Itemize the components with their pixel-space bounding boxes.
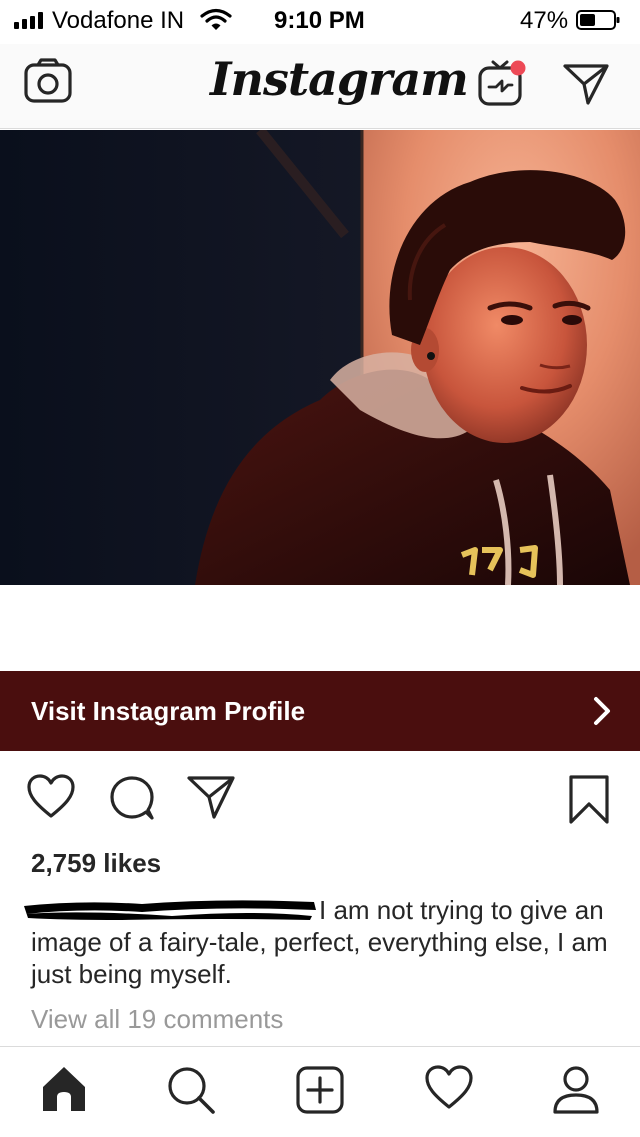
app-header: Instagram bbox=[0, 44, 640, 129]
comment-icon[interactable] bbox=[108, 774, 156, 822]
bottom-tab-bar bbox=[0, 1046, 640, 1137]
new-post-icon[interactable] bbox=[295, 1065, 345, 1115]
search-icon[interactable] bbox=[166, 1065, 216, 1115]
visit-profile-button[interactable]: Visit Instagram Profile bbox=[0, 671, 640, 751]
likes-count[interactable]: 2,759 likes bbox=[31, 848, 161, 879]
redacted-username-scribble bbox=[24, 900, 316, 920]
heart-icon[interactable] bbox=[26, 774, 76, 820]
post-photo[interactable] bbox=[0, 130, 640, 585]
clock: 9:10 PM bbox=[274, 7, 365, 34]
portrait-image bbox=[0, 130, 640, 585]
instagram-logo: Instagram bbox=[210, 52, 469, 106]
igtv-notification-dot bbox=[510, 60, 526, 76]
post-actions bbox=[0, 770, 640, 830]
battery-icon bbox=[576, 10, 620, 30]
share-icon[interactable] bbox=[186, 774, 236, 820]
carrier-name: Vodafone IN bbox=[52, 7, 185, 34]
chevron-right-icon bbox=[594, 697, 610, 725]
visit-profile-label: Visit Instagram Profile bbox=[31, 696, 306, 726]
profile-icon[interactable] bbox=[552, 1065, 600, 1115]
activity-icon[interactable] bbox=[424, 1065, 474, 1111]
battery-percentage: 47% bbox=[520, 7, 569, 34]
camera-icon[interactable] bbox=[24, 58, 72, 104]
photo-spacer bbox=[0, 585, 640, 671]
view-all-comments-link[interactable]: View all 19 comments bbox=[31, 1004, 283, 1035]
bookmark-icon[interactable] bbox=[568, 774, 610, 826]
igtv-icon[interactable] bbox=[476, 56, 528, 108]
wifi-icon bbox=[200, 8, 232, 30]
direct-message-icon[interactable] bbox=[562, 62, 610, 106]
status-bar: Vodafone IN 9:10 PM 47% bbox=[0, 0, 640, 40]
home-icon[interactable] bbox=[40, 1065, 88, 1115]
signal-strength-icon bbox=[14, 11, 43, 29]
